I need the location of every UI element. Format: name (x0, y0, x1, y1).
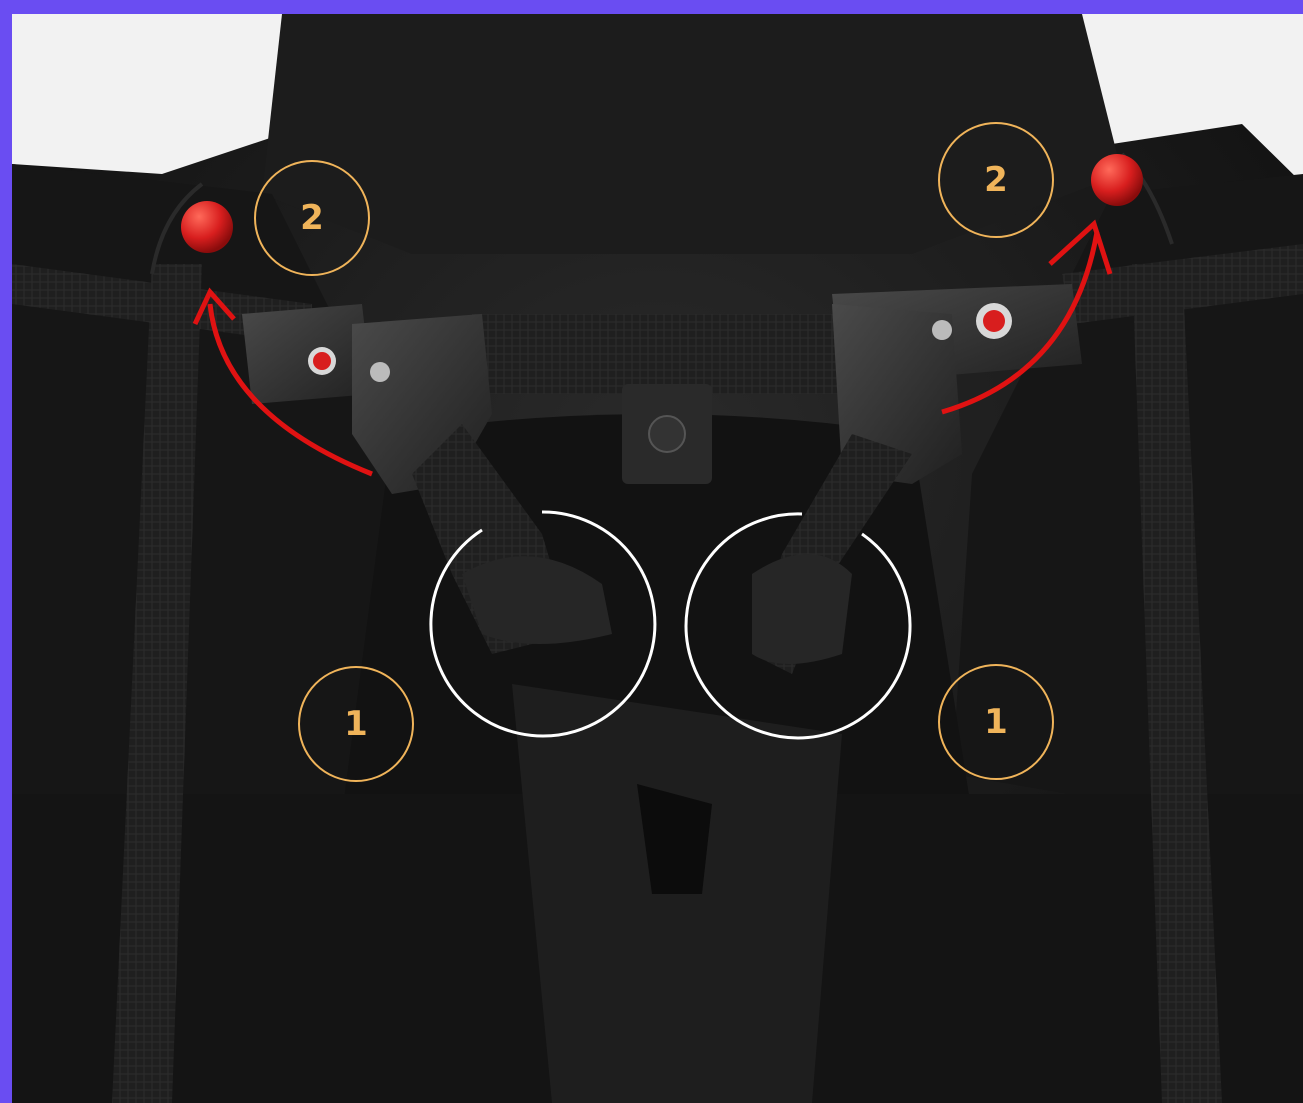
image-frame: 2 2 1 1 (0, 0, 1303, 1103)
right-rivet (932, 320, 952, 340)
clip-button (648, 415, 686, 453)
left-release-button (313, 352, 331, 370)
left-rivet (370, 362, 390, 382)
chest-strap (472, 314, 872, 394)
marker-1-right: 1 (938, 664, 1054, 780)
right-red-bead (1091, 154, 1143, 206)
right-strap-sleeve (752, 554, 852, 664)
harness-illustration (12, 14, 1303, 1103)
marker-2-right: 2 (938, 122, 1054, 238)
right-release-button (983, 310, 1005, 332)
marker-1-left: 1 (298, 666, 414, 782)
marker-2-left: 2 (254, 160, 370, 276)
harness-photo: 2 2 1 1 (12, 14, 1303, 1103)
left-red-bead (181, 201, 233, 253)
